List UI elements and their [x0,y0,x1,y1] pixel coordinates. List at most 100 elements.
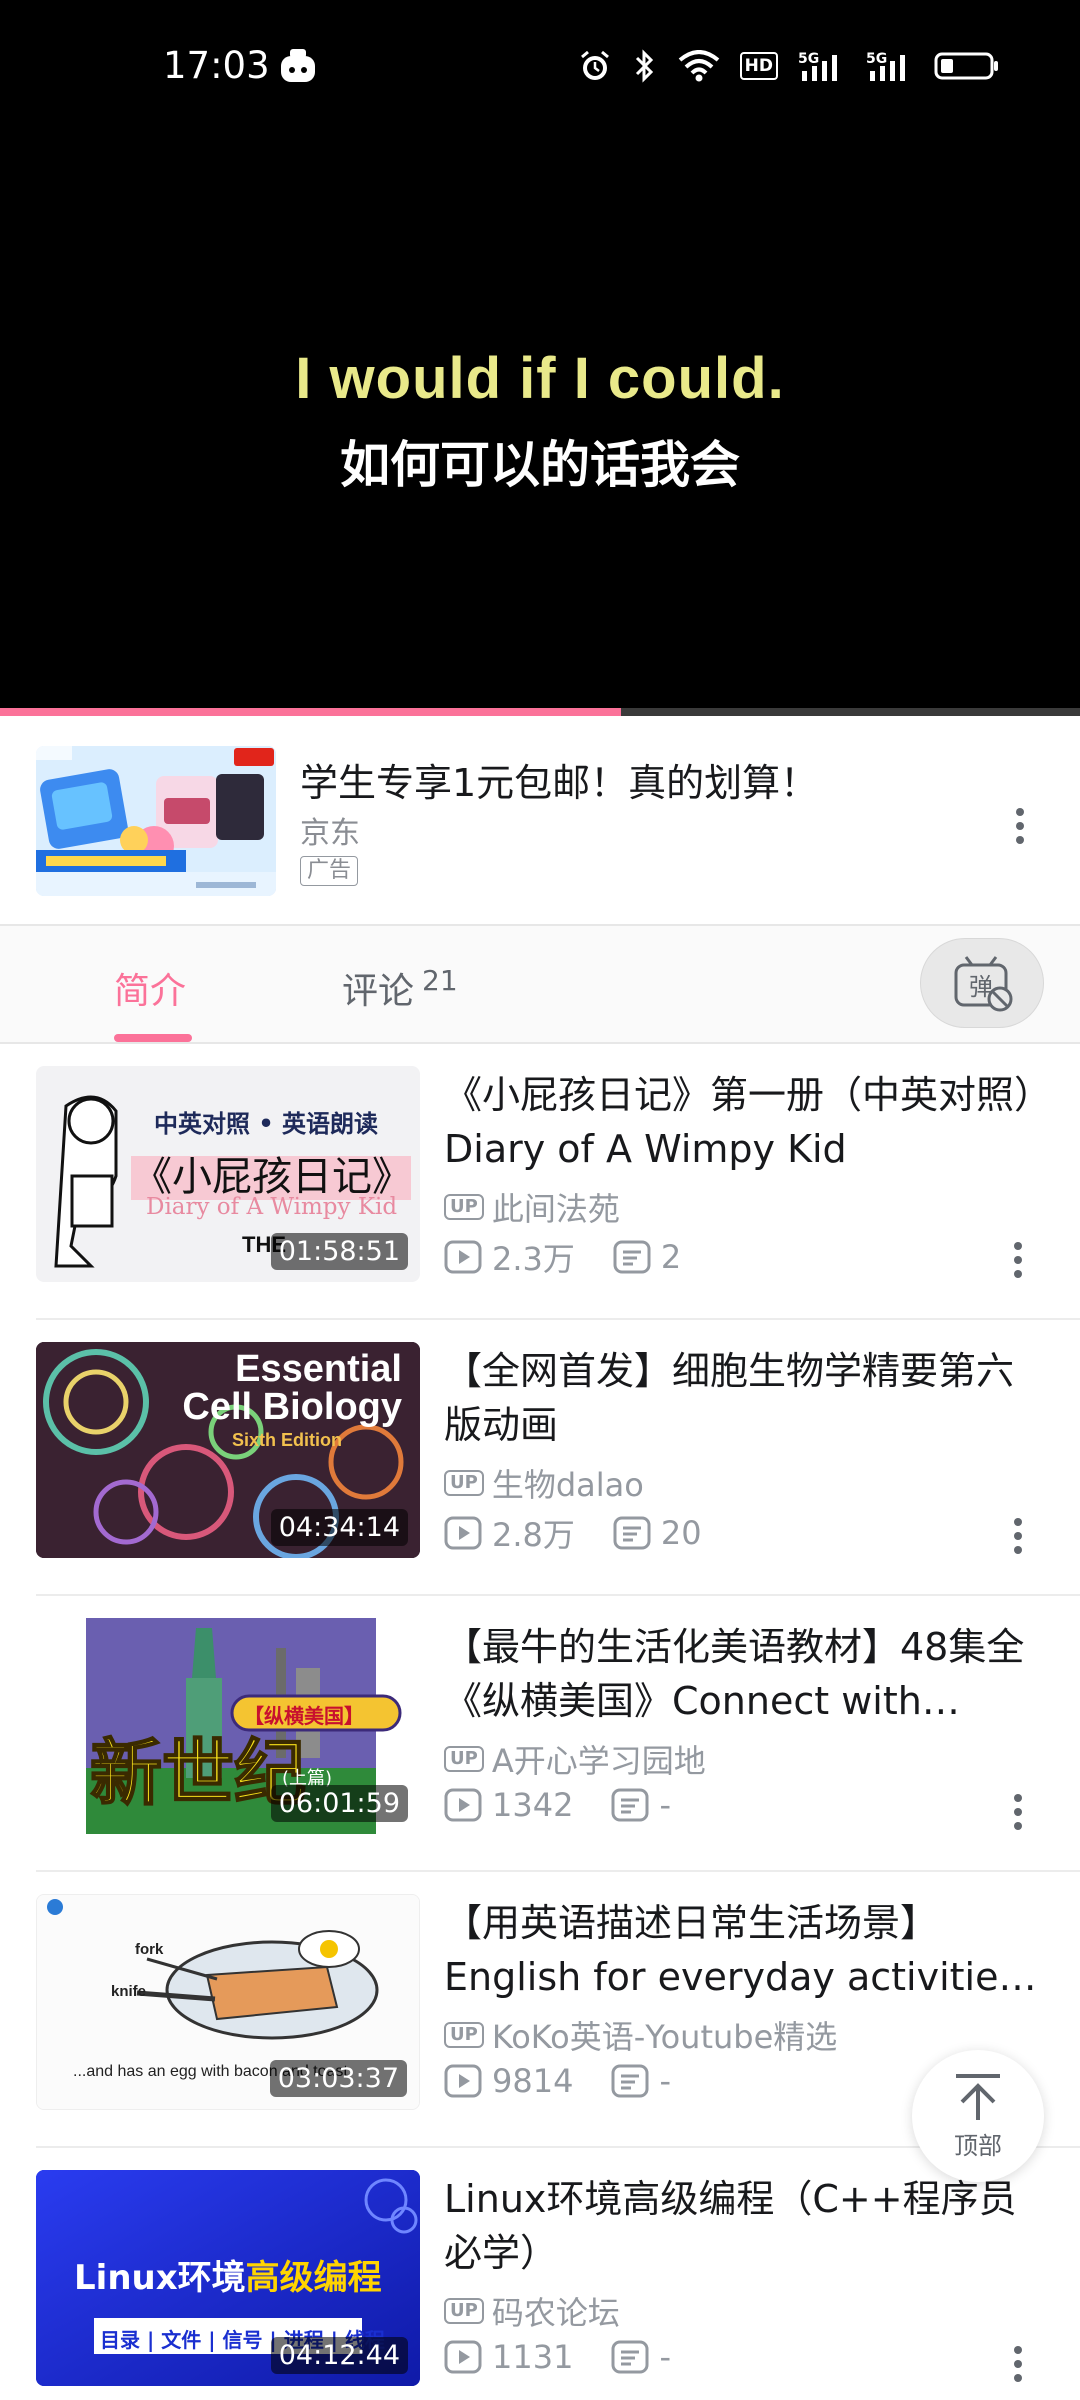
play-count-icon [444,1788,482,1822]
danmaku-count-icon [611,2064,649,2098]
video-duration: 01:58:51 [270,1233,408,1270]
tab-comments-label: 评论 [342,971,415,1012]
video-uploader: UP 生物dalao [444,1460,644,1506]
up-badge-icon: UP [444,1194,484,1220]
video-thumbnail: fork knife ...and has an egg with bacon … [36,1894,420,2110]
danmaku-count: 20 [660,1514,702,1552]
video-thumbnail: 中英对照 • 英语朗读 《小屁孩日记》 Diary of A Wimpy Kid… [36,1066,420,1282]
ad-title: 学生专享1元包邮！真的划算！ [300,761,819,805]
video-uploader: UP 码农论坛 [444,2288,620,2334]
danmaku-count: 2 [660,1238,682,1276]
hd-icon: HD [739,52,778,80]
thumbnail-caption: Diary of A Wimpy Kid [146,1194,398,1220]
thumbnail-caption: 中英对照 • 英语朗读 [154,1109,379,1138]
thumbnail-caption: Sixth Edition [232,1430,342,1450]
up-badge-icon: UP [444,2022,484,2048]
view-count: 1131 [492,2338,574,2376]
video-title: 【全网首发】细胞生物学精要第六版动画 [444,1349,1015,1447]
video-thumbnail: Essential Cell Biology Sixth Edition 04:… [36,1342,420,1558]
robot-icon [281,49,315,82]
danmaku-count-icon [613,1516,651,1550]
more-icon[interactable] [1010,1516,1026,1556]
video-progress-bar[interactable] [0,708,1080,716]
list-item[interactable]: Linux环境高级编程 目录 | 文件 | 信号 | 进程 | 线程 04:12… [0,2148,1080,2400]
ad-label-badge: 广告 [300,856,359,886]
ad-thumbnail [36,746,276,896]
danmaku-count: - [659,2338,671,2376]
video-title: 《小屁孩日记》第一册（中英对照）Diary of A Wimpy Kid [444,1073,1034,1171]
video-thumbnail: 【纵横美国】 新世纪 (上篇) 06:01:59 [36,1618,420,1834]
play-count-icon [444,2340,482,2374]
battery-icon [934,52,998,80]
more-icon[interactable] [1010,1240,1026,1280]
list-item[interactable]: 中英对照 • 英语朗读 《小屁孩日记》 Diary of A Wimpy Kid… [0,1044,1080,1320]
video-title: 【最牛的生活化美语教材】48集全《纵横美国》Connect with Engli… [444,1625,1025,1723]
alarm-icon [580,50,609,80]
video-duration: 03:03:37 [269,2060,407,2097]
danmaku-off-icon: 弹 [954,956,1013,1012]
ad-card[interactable]: 学生专享1元包邮！真的划算！ 京东 广告 [0,716,1080,926]
signal-5g-icon: 5G [798,51,837,81]
view-count: 1342 [492,1786,574,1824]
more-icon[interactable] [1010,1792,1026,1832]
signal-5g-icon: 5G [866,51,905,81]
ad-brand: 京东 [300,816,360,851]
video-uploader: UP 此间法苑 [444,1184,620,1230]
status-icons: HD 5G 5G [578,46,1000,86]
thumbnail-caption: Cell Biology [182,1386,402,1428]
more-icon[interactable] [1010,2344,1026,2384]
video-stats: 9814 - [444,2062,709,2100]
thumbnail-caption: Linux环境高级编程 [74,2258,382,2298]
tab-intro[interactable]: 简介 [114,962,186,1014]
subtitle-english: I would if I could. [295,346,785,411]
svg-text:5G: 5G [866,51,887,67]
status-time: 17:03 [163,44,270,87]
danmaku-count-icon [611,1788,649,1822]
video-uploader: UP KoKo英语-Youtube精选 [444,2012,837,2058]
danmaku-toggle-button[interactable]: 弹 [920,938,1044,1028]
back-to-top-label: 顶部 [954,2131,1002,2160]
up-badge-icon: UP [444,1470,484,1496]
back-to-top-button[interactable]: 顶部 [912,2050,1044,2182]
up-badge-icon: UP [444,1746,484,1772]
video-stats: 1342 - [444,1786,709,1824]
up-badge-icon: UP [444,2298,484,2324]
uploader-name: 此间法苑 [491,1190,620,1228]
video-duration: 04:12:44 [270,2337,408,2374]
comments-count: 21 [422,964,458,997]
uploader-name: 生物dalao [491,1466,644,1504]
thumbnail-caption: Essential [235,1348,402,1390]
list-item[interactable]: Essential Cell Biology Sixth Edition 04:… [0,1320,1080,1596]
video-stats: 2.8万 20 [444,1510,740,1556]
video-title: 【用英语描述日常生活场景】English for everyday activi… [444,1901,1019,1999]
uploader-name: 码农论坛 [491,2294,620,2332]
view-count: 2.3万 [492,1240,575,1278]
video-duration: 06:01:59 [270,1785,408,1822]
list-item[interactable]: 【纵横美国】 新世纪 (上篇) 06:01:59 【最牛的生活化美语教材】48集… [0,1596,1080,1872]
svg-text:5G: 5G [798,51,819,67]
video-uploader: UP A开心学习园地 [444,1736,706,1782]
video-title: Linux环境高级编程（C++程序员必学） [444,2177,1017,2275]
wifi-icon [678,50,719,82]
play-count-icon [444,1516,482,1550]
tab-comments[interactable]: 评论 21 [342,962,458,1014]
status-bar: 17:03 HD 5G 5G [0,0,1080,135]
subtitle-chinese: 如何可以的话我会 [340,436,740,494]
view-count: 2.8万 [492,1516,575,1554]
danmaku-count-icon [611,2340,649,2374]
play-count-icon [444,1240,482,1274]
video-player[interactable]: 17:03 HD 5G 5G I would if I could. 如何可以的… [0,0,1080,716]
more-icon[interactable] [1012,806,1028,846]
uploader-name: A开心学习园地 [491,1742,706,1780]
tab-active-indicator [114,1034,192,1042]
play-count-icon [444,2064,482,2098]
thumbnail-caption: knife [111,1983,147,2000]
video-stats: 2.3万 2 [444,1234,719,1280]
uploader-name: KoKo英语-Youtube精选 [491,2018,838,2056]
view-count: 9814 [492,2062,574,2100]
video-progress-fill [0,708,621,716]
detail-tabs: 简介 评论 21 弹 [0,926,1080,1044]
video-duration: 04:34:14 [270,1509,408,1546]
danmaku-count-icon [613,1240,651,1274]
danmaku-count: - [659,1786,671,1824]
